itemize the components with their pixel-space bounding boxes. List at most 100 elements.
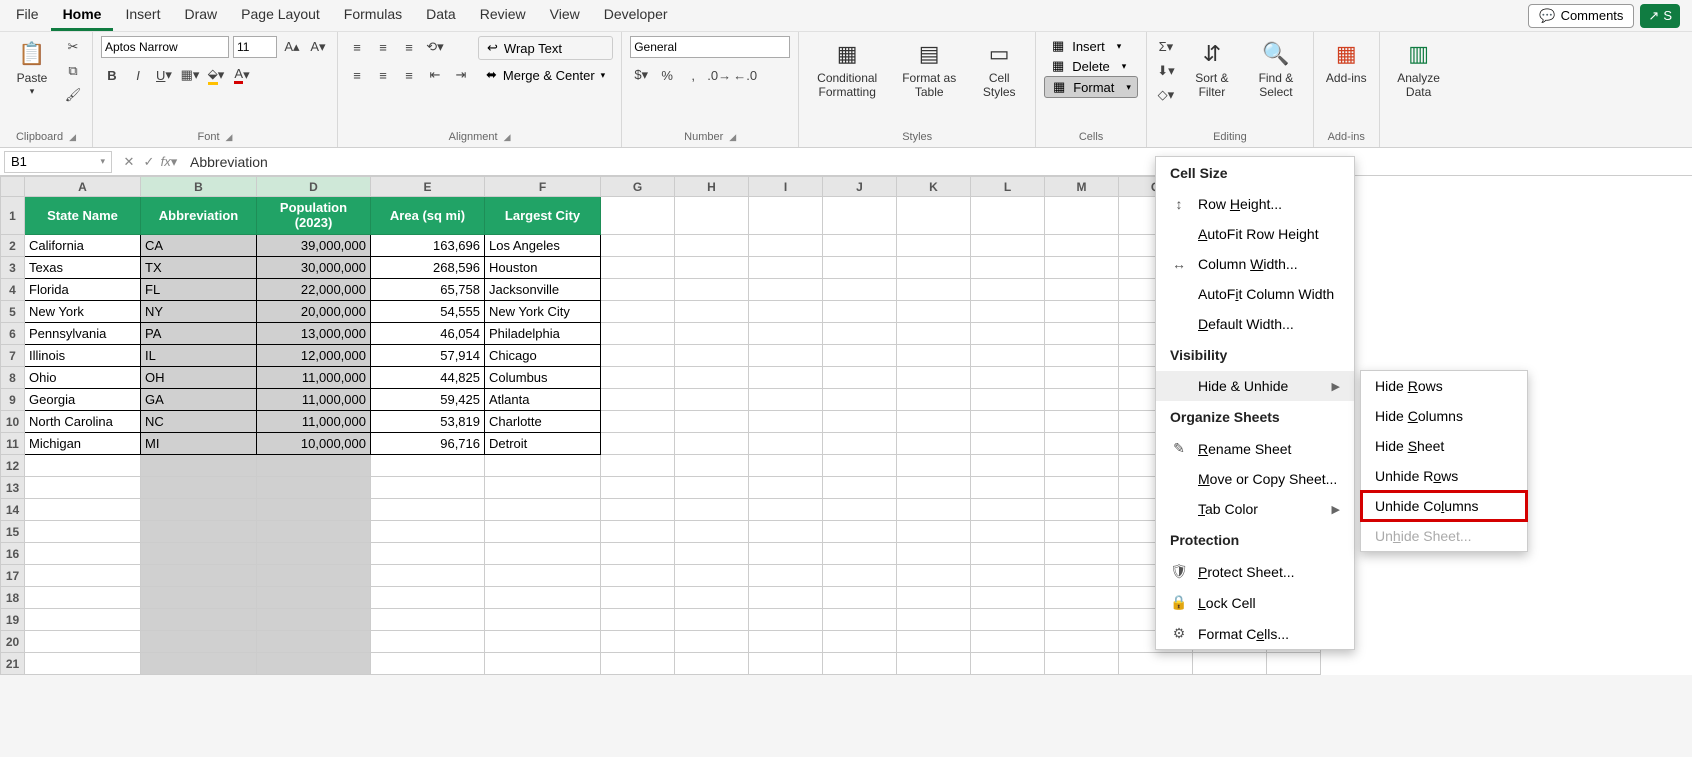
cell-H8[interactable] [675,367,749,389]
cell-E4[interactable]: 65,758 [371,279,485,301]
row-header-16[interactable]: 16 [1,543,25,565]
cell-E19[interactable] [371,609,485,631]
cell-D2[interactable]: 39,000,000 [257,235,371,257]
cell-B18[interactable] [141,587,257,609]
cell-F21[interactable] [485,653,601,675]
cell-K2[interactable] [897,235,971,257]
col-header-B[interactable]: B [141,177,257,197]
cell-I2[interactable] [749,235,823,257]
cell-G6[interactable] [601,323,675,345]
underline-button[interactable]: U▾ [153,64,175,86]
fill-icon[interactable]: ⬇▾ [1155,60,1177,82]
menu-hide-rows[interactable]: Hide Rows [1361,371,1527,401]
menu-default-width[interactable]: Default Width... [1156,309,1354,339]
cell-A14[interactable] [25,499,141,521]
percent-icon[interactable]: % [656,64,678,86]
cell-E14[interactable] [371,499,485,521]
col-header-A[interactable]: A [25,177,141,197]
cell-L13[interactable] [971,477,1045,499]
cell-D15[interactable] [257,521,371,543]
cell-H4[interactable] [675,279,749,301]
cell-H15[interactable] [675,521,749,543]
cell-M17[interactable] [1045,565,1119,587]
cell-A12[interactable] [25,455,141,477]
cell-E10[interactable]: 53,819 [371,411,485,433]
cell-D17[interactable] [257,565,371,587]
cell-D8[interactable]: 11,000,000 [257,367,371,389]
cell-D5[interactable]: 20,000,000 [257,301,371,323]
cell-L12[interactable] [971,455,1045,477]
cell-I5[interactable] [749,301,823,323]
decrease-font-icon[interactable]: A▾ [307,36,329,58]
cell-H7[interactable] [675,345,749,367]
menu-hide-sheet[interactable]: Hide Sheet [1361,431,1527,461]
cell-D1[interactable]: Population(2023) [257,197,371,235]
cell-M18[interactable] [1045,587,1119,609]
font-name-select[interactable] [101,36,229,58]
cell-I7[interactable] [749,345,823,367]
cell-E17[interactable] [371,565,485,587]
cell-A6[interactable]: Pennsylvania [25,323,141,345]
cell-A3[interactable]: Texas [25,257,141,279]
tab-page-layout[interactable]: Page Layout [229,0,332,31]
menu-col-width[interactable]: ↔Column Width... [1156,249,1354,279]
row-header-8[interactable]: 8 [1,367,25,389]
cell-J4[interactable] [823,279,897,301]
cell-J19[interactable] [823,609,897,631]
cell-B6[interactable]: PA [141,323,257,345]
delete-button[interactable]: ▦Delete▾ [1044,56,1138,76]
cell-B1[interactable]: Abbreviation [141,197,257,235]
decrease-indent-icon[interactable]: ⇤ [424,64,446,86]
cell-J21[interactable] [823,653,897,675]
col-header-F[interactable]: F [485,177,601,197]
menu-unhide-columns[interactable]: Unhide Columns [1361,491,1527,521]
align-right-icon[interactable]: ≡ [398,64,420,86]
cell-M19[interactable] [1045,609,1119,631]
cell-G17[interactable] [601,565,675,587]
cancel-formula-icon[interactable]: ✕ [120,154,138,170]
cell-E21[interactable] [371,653,485,675]
cell-G1[interactable] [601,197,675,235]
cell-D20[interactable] [257,631,371,653]
cell-F7[interactable]: Chicago [485,345,601,367]
cell-K13[interactable] [897,477,971,499]
cell-F20[interactable] [485,631,601,653]
increase-font-icon[interactable]: A▴ [281,36,303,58]
cell-I13[interactable] [749,477,823,499]
fx-icon[interactable]: fx▾ [160,154,178,170]
cell-A18[interactable] [25,587,141,609]
cell-F19[interactable] [485,609,601,631]
cell-G20[interactable] [601,631,675,653]
cell-G21[interactable] [601,653,675,675]
cell-L2[interactable] [971,235,1045,257]
cell-I15[interactable] [749,521,823,543]
cell-H21[interactable] [675,653,749,675]
cell-K19[interactable] [897,609,971,631]
cell-M3[interactable] [1045,257,1119,279]
menu-unhide-rows[interactable]: Unhide Rows [1361,461,1527,491]
cell-K18[interactable] [897,587,971,609]
format-as-table-button[interactable]: ▤ Format as Table [893,36,965,102]
cell-G2[interactable] [601,235,675,257]
cell-G9[interactable] [601,389,675,411]
cell-B16[interactable] [141,543,257,565]
menu-format-cells[interactable]: ⚙Format Cells... [1156,618,1354,649]
cell-K8[interactable] [897,367,971,389]
tab-home[interactable]: Home [51,0,114,31]
align-bottom-icon[interactable]: ≡ [398,36,420,58]
align-top-icon[interactable]: ≡ [346,36,368,58]
cell-K11[interactable] [897,433,971,455]
cell-D4[interactable]: 22,000,000 [257,279,371,301]
cell-I21[interactable] [749,653,823,675]
cell-K16[interactable] [897,543,971,565]
cell-M2[interactable] [1045,235,1119,257]
cell-B17[interactable] [141,565,257,587]
cell-G10[interactable] [601,411,675,433]
cell-B5[interactable]: NY [141,301,257,323]
menu-protect-sheet[interactable]: 🛡Protect Sheet... [1156,556,1354,587]
cell-L21[interactable] [971,653,1045,675]
tab-draw[interactable]: Draw [172,0,229,31]
cell-K9[interactable] [897,389,971,411]
align-center-icon[interactable]: ≡ [372,64,394,86]
cell-K1[interactable] [897,197,971,235]
